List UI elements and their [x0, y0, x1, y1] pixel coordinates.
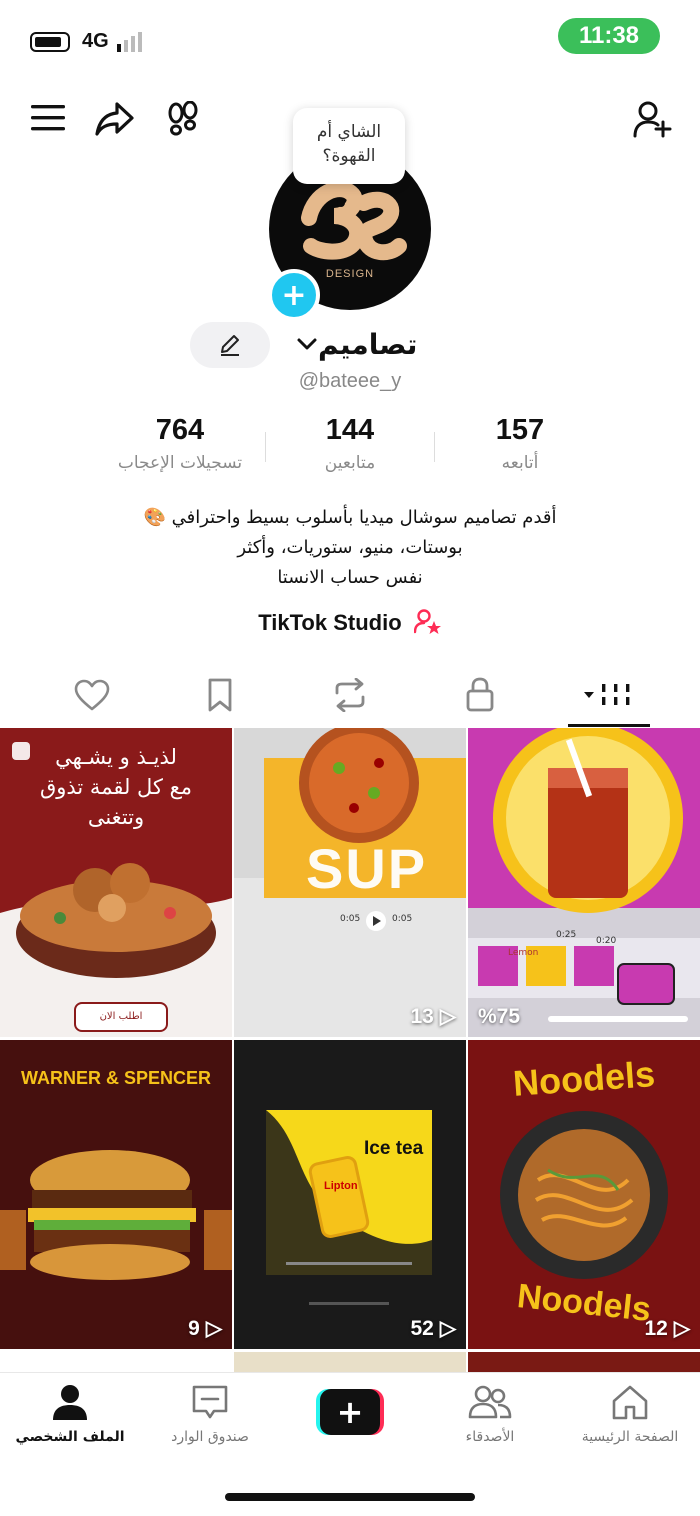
tab-reposts[interactable]: [328, 675, 372, 715]
video-thumbnail[interactable]: لذيـذ و يشـهي مع كل لقمة تذوق وتتغنى اطل…: [0, 728, 232, 1037]
video-thumbnail[interactable]: SUP 0:05 0:05 13 ▷: [234, 728, 466, 1037]
profile-icon: [53, 1385, 87, 1420]
video-thumbnail[interactable]: Noodels Noodels 12 ▷: [468, 1040, 700, 1349]
heart-icon: [74, 679, 110, 711]
nav-friends[interactable]: الأصدقاء: [420, 1383, 560, 1445]
battery-icon: [30, 32, 70, 52]
display-name[interactable]: تصاميم: [318, 328, 417, 361]
lock-icon: [466, 677, 494, 712]
video-time: 0:20: [596, 936, 617, 946]
pencil-icon: [221, 335, 239, 356]
bookmark-icon: [208, 678, 232, 712]
video-thumbnail[interactable]: Ice tea Lipton 52 ▷: [234, 1040, 466, 1349]
nav-profile[interactable]: الملف الشخصي: [0, 1383, 140, 1445]
pin-icon: [12, 742, 30, 760]
stat-divider: [434, 432, 435, 462]
network-type: 4G: [82, 30, 109, 52]
video-thumbnail[interactable]: Lemon 0:25 0:20 %75: [468, 728, 700, 1037]
followers-stat[interactable]: 144 متابعين: [270, 414, 430, 473]
tile-title: WARNER & SPENCER: [20, 1068, 212, 1088]
menu-icon[interactable]: [28, 100, 68, 136]
view-count: 12 ▷: [644, 1316, 690, 1341]
share-icon[interactable]: [94, 99, 136, 139]
following-stat[interactable]: 157 أتابعه: [440, 414, 600, 473]
repost-icon: [335, 678, 365, 712]
view-count: 13 ▷: [410, 1004, 456, 1029]
friends-icon: [468, 1385, 512, 1419]
profile-bio: أقدم تصاميم سوشال ميديا بأسلوب بسيط واحت…: [143, 507, 557, 588]
view-count: 9 ▷: [188, 1316, 222, 1341]
nav-home[interactable]: الصفحة الرئيسية: [560, 1383, 700, 1445]
video-time: 0:25: [556, 930, 577, 940]
video-thumbnail[interactable]: WARNER & SPENCER 9 ▷: [0, 1040, 232, 1349]
plus-icon: +: [320, 1389, 380, 1435]
tile-title: وتتغنى: [87, 805, 145, 829]
home-icon: [612, 1385, 648, 1420]
tile-title: مع كل لقمة تذوق: [39, 775, 193, 799]
stat-divider: [265, 432, 266, 462]
upload-progress: %75: [478, 1005, 521, 1028]
add-friend-icon[interactable]: [630, 98, 674, 140]
home-indicator: [225, 1493, 475, 1501]
tile-title: Lemon: [508, 948, 539, 958]
view-count: 52 ▷: [410, 1316, 456, 1341]
tab-liked[interactable]: [70, 675, 114, 715]
signal-icon: [117, 32, 142, 52]
video-time: 0:05: [392, 914, 413, 924]
edit-profile-button[interactable]: [190, 322, 270, 368]
order-now-button: اطلب الان: [74, 1002, 168, 1032]
nav-inbox[interactable]: صندوق الوارد: [140, 1383, 280, 1445]
tab-saved[interactable]: [200, 675, 240, 715]
tile-title: Ice tea: [364, 1138, 424, 1159]
grid-icon: [584, 684, 630, 705]
tiktok-studio-link[interactable]: TikTok Studio: [0, 608, 700, 636]
video-time: 0:05: [340, 914, 361, 924]
tab-private[interactable]: [460, 673, 500, 715]
status-time: 11:38: [558, 18, 660, 54]
username-handle: @bateee_y: [298, 370, 402, 392]
tile-title: SUP: [306, 837, 428, 900]
chevron-down-icon[interactable]: [296, 333, 320, 357]
likes-stat[interactable]: 764 تسجيلات الإعجاب: [100, 414, 260, 473]
add-story-button[interactable]: +: [268, 269, 320, 321]
note-bubble[interactable]: الشاي أم القهوة؟: [293, 108, 405, 184]
active-tab-indicator: [568, 724, 650, 727]
studio-star-icon: [413, 609, 441, 634]
footprints-icon[interactable]: [163, 100, 203, 138]
inbox-icon: [192, 1385, 228, 1419]
tile-title: لذيـذ و يشـهي: [55, 745, 177, 769]
tab-videos[interactable]: [578, 675, 638, 715]
create-button[interactable]: +: [316, 1389, 384, 1435]
tile-title: Lipton: [324, 1180, 358, 1192]
